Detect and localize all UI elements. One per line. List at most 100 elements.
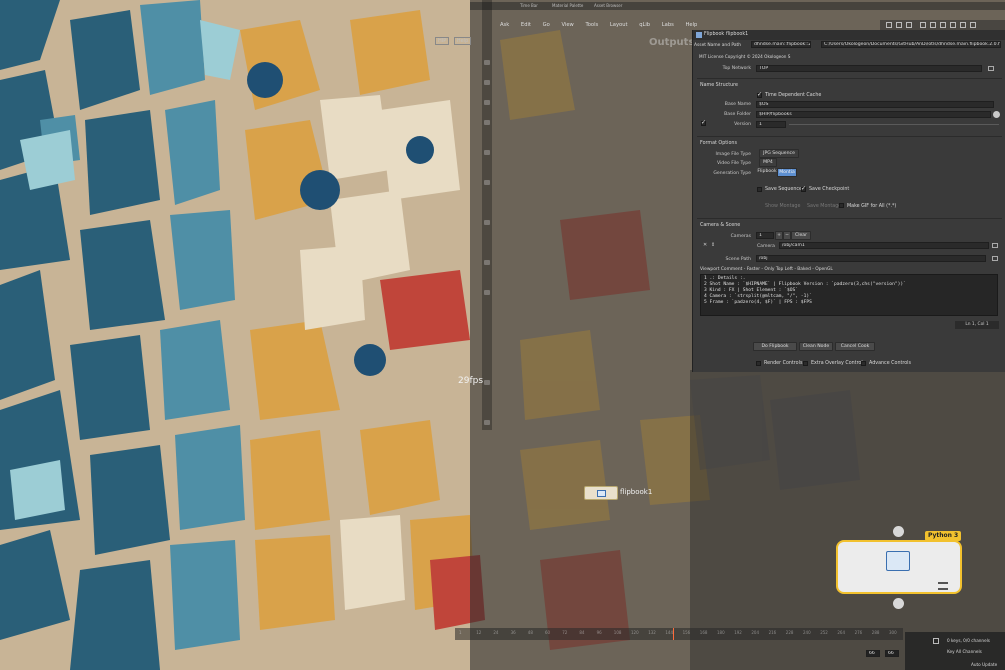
tool-icon[interactable] xyxy=(930,22,936,28)
remove-camera-button[interactable]: − xyxy=(783,231,791,240)
flipbook-node[interactable] xyxy=(584,486,618,500)
network-toolbar xyxy=(880,20,1005,30)
version-slider[interactable] xyxy=(789,124,999,125)
handle-tool-icon[interactable] xyxy=(484,150,490,155)
node-name-field[interactable]: flipbook1 xyxy=(726,32,748,37)
tab-time-bar[interactable]: Time Bar xyxy=(520,3,538,8)
clean-node-button[interactable]: Clean Node xyxy=(799,342,833,351)
render-controls-checkbox[interactable] xyxy=(756,361,761,366)
save-sequence-checkbox[interactable] xyxy=(757,187,762,192)
tool-icon[interactable] xyxy=(950,22,956,28)
image-file-type-menu[interactable]: JPG Sequence xyxy=(759,149,799,158)
tool-icon[interactable] xyxy=(896,22,902,28)
menu-go[interactable]: Go xyxy=(543,22,550,28)
top-network-field[interactable]: TOP xyxy=(756,65,982,72)
asset-name-field[interactable]: dhndse.main::flipbook::2.0 xyxy=(751,41,811,48)
extra-overlay-checkbox[interactable] xyxy=(803,361,808,366)
timeline-tick-label: 72 xyxy=(562,630,568,635)
menu-view[interactable]: View xyxy=(561,22,573,28)
menu-edit[interactable]: Edit xyxy=(521,22,531,28)
tool-icon[interactable] xyxy=(886,22,892,28)
asset-path-field[interactable]: C:/Users/Okologeon/Documents/GitHub/AnDi… xyxy=(821,41,1001,48)
output-connector[interactable] xyxy=(893,598,904,609)
timeline-tick-label: 144 xyxy=(665,630,674,635)
menu-qlib[interactable]: qLib xyxy=(639,22,650,28)
camera-icon[interactable] xyxy=(484,220,490,225)
tool-icon[interactable] xyxy=(906,22,912,28)
menu-help[interactable]: Help xyxy=(686,22,698,28)
divider xyxy=(697,78,1002,79)
timeline-tick-label: 180 xyxy=(717,630,725,635)
base-name-field[interactable]: $OS xyxy=(756,101,994,108)
tool-icon[interactable] xyxy=(960,22,966,28)
list-icon xyxy=(938,582,948,590)
ln-col-status: Ln 1, Col 1 xyxy=(955,321,999,329)
auto-update[interactable]: Auto Update xyxy=(971,662,997,667)
input-connector[interactable] xyxy=(893,526,904,537)
version-field[interactable]: 1 xyxy=(756,121,786,128)
generation-type-flipbook[interactable]: Flipbook xyxy=(757,168,777,177)
tab-material-palette[interactable]: Material Palette xyxy=(552,3,583,8)
timeline-tick-label: 132 xyxy=(648,630,656,635)
time-dependent-checkbox[interactable] xyxy=(757,91,762,98)
node-jump-icon[interactable] xyxy=(988,66,994,71)
code-line: 5 Frame : `padzero(4, $F)` | FPS : $FPS xyxy=(704,300,812,305)
grid-icon[interactable] xyxy=(484,420,490,425)
timeline[interactable]: 1 12 24 36 48 60 72 84 96 108 120 132 144 156 168 180 19… xyxy=(455,628,903,670)
start-frame-field[interactable]: 66 xyxy=(866,650,880,657)
timeline-tick-label: 48 xyxy=(527,630,533,635)
scene-path-field[interactable]: /obj xyxy=(756,255,986,262)
path-hip[interactable]: HIP xyxy=(435,37,450,45)
generation-type-montia[interactable]: Montia xyxy=(777,168,797,177)
cameras-count-field[interactable]: 1 xyxy=(756,232,774,239)
base-folder-label: Base Folder xyxy=(724,112,751,117)
image-file-type-label: Image File Type xyxy=(715,152,751,157)
path-help[interactable]: Help xyxy=(453,37,472,45)
viewport-fps: 29fps xyxy=(458,376,484,386)
timeline-tick-label: 60 xyxy=(545,630,551,635)
folder-browse-icon[interactable] xyxy=(993,111,1000,118)
save-checkpoint-checkbox[interactable] xyxy=(801,185,806,192)
view-icon[interactable] xyxy=(484,380,490,385)
add-camera-button[interactable]: + xyxy=(775,231,783,240)
scale-tool-icon[interactable] xyxy=(484,120,490,125)
advance-controls-checkbox[interactable] xyxy=(861,361,866,366)
tool-icon[interactable] xyxy=(940,22,946,28)
lock-icon[interactable] xyxy=(484,290,490,295)
python-node-card[interactable] xyxy=(836,540,962,594)
viewport-comment-editor[interactable]: 1 .: Details :. 2 Shot Name : `$HIPNAME`… xyxy=(700,274,998,316)
base-folder-field[interactable]: $HIP/flipbooks xyxy=(756,111,991,118)
scene-select-icon[interactable] xyxy=(992,256,998,261)
key-icon[interactable] xyxy=(933,638,939,644)
video-file-type-menu[interactable]: MP4 xyxy=(759,158,777,167)
menu-labs[interactable]: Labs xyxy=(662,22,674,28)
snap-icon[interactable] xyxy=(484,180,490,185)
rotate-tool-icon[interactable] xyxy=(484,100,490,105)
cancel-cook-button[interactable]: Cancel Cook xyxy=(835,342,875,351)
top-network-label: Top Network xyxy=(722,66,751,71)
tab-asset-browser[interactable]: Asset Browser xyxy=(594,3,622,8)
menu-layout[interactable]: Layout xyxy=(610,22,628,28)
move-tool-icon[interactable] xyxy=(484,80,490,85)
tool-icon[interactable] xyxy=(970,22,976,28)
end-frame-field[interactable]: 66 xyxy=(885,650,899,657)
render-controls-label: Render Controls xyxy=(764,361,803,366)
tool-icon[interactable] xyxy=(920,22,926,28)
cameras-label: Cameras xyxy=(730,234,751,239)
do-flipbook-button[interactable]: Do Flipbook xyxy=(753,342,797,351)
node-icon xyxy=(597,490,606,497)
key-all-channels[interactable]: Key All Channels xyxy=(947,649,982,654)
make-gif-checkbox[interactable] xyxy=(839,203,844,208)
menu-ask[interactable]: Ask xyxy=(500,22,509,28)
camera-select-icon[interactable] xyxy=(992,243,998,248)
display-icon[interactable] xyxy=(484,260,490,265)
camera-path-field[interactable]: /obj/cam1 xyxy=(779,242,989,249)
timeline-tick-label: 288 xyxy=(871,630,880,635)
playhead[interactable] xyxy=(673,628,674,640)
menu-tools[interactable]: Tools xyxy=(585,22,598,28)
divider xyxy=(697,136,1002,137)
select-tool-icon[interactable] xyxy=(484,60,490,65)
network-title: Outputs xyxy=(649,37,695,48)
section-name-structure: Name Structure xyxy=(700,83,738,88)
clear-cameras-button[interactable]: Clear xyxy=(791,231,811,240)
